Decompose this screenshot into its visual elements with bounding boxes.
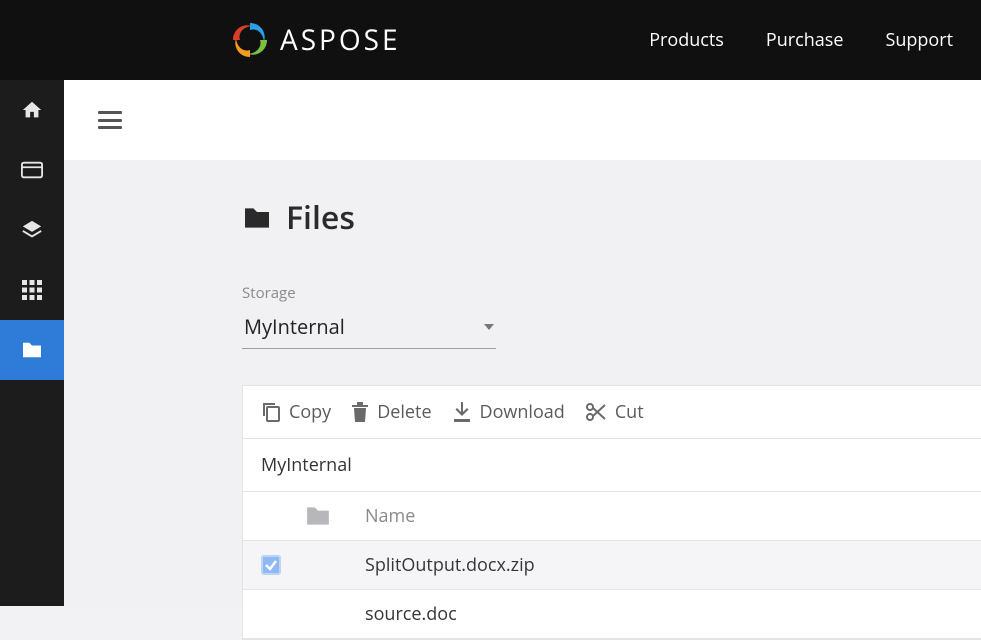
storage-label: Storage <box>242 283 981 303</box>
subheader <box>64 80 981 160</box>
files-panel: Copy Delete Download Cut MyInternal <box>242 385 981 640</box>
credit-card-icon <box>21 161 43 179</box>
table-header: Name <box>243 492 981 541</box>
sidebar-item-layers[interactable] <box>0 200 64 260</box>
column-icon <box>305 505 365 527</box>
cut-button[interactable]: Cut <box>585 400 644 424</box>
nav-purchase[interactable]: Purchase <box>766 28 844 52</box>
row-checkbox[interactable] <box>261 555 281 575</box>
storage-select[interactable]: MyInternal <box>242 309 496 349</box>
layers-icon <box>21 219 43 241</box>
grid-icon <box>22 280 42 300</box>
check-icon <box>264 558 278 572</box>
download-button[interactable]: Download <box>452 400 565 424</box>
top-nav: Products Purchase Support <box>649 28 961 52</box>
copy-icon <box>261 401 281 423</box>
row-checkbox[interactable] <box>261 604 281 624</box>
hamburger-menu-icon[interactable] <box>98 111 122 129</box>
trash-icon <box>351 401 369 423</box>
page-title-block: Files <box>242 196 981 239</box>
column-name-header[interactable]: Name <box>365 504 963 528</box>
table-row[interactable]: source.doc <box>243 590 981 639</box>
chevron-down-icon <box>484 324 494 330</box>
files-toolbar: Copy Delete Download Cut <box>243 386 981 439</box>
sidebar-item-home[interactable] <box>0 80 64 140</box>
sidebar <box>0 80 64 606</box>
delete-button[interactable]: Delete <box>351 400 431 424</box>
nav-support[interactable]: Support <box>885 28 953 52</box>
delete-label: Delete <box>377 400 431 424</box>
breadcrumb[interactable]: MyInternal <box>243 439 981 492</box>
main: Files Storage MyInternal Copy Delete <box>64 80 981 606</box>
sidebar-item-billing[interactable] <box>0 140 64 200</box>
topbar: ASPOSE Products Purchase Support <box>0 0 981 80</box>
brand[interactable]: ASPOSE <box>230 20 401 60</box>
folder-icon <box>242 206 272 230</box>
download-label: Download <box>480 400 565 424</box>
sidebar-item-files[interactable] <box>0 320 64 380</box>
table-row[interactable]: SplitOutput.docx.zip <box>243 541 981 590</box>
download-icon <box>452 401 472 423</box>
brand-name: ASPOSE <box>280 21 401 59</box>
copy-button[interactable]: Copy <box>261 400 331 424</box>
breadcrumb-text: MyInternal <box>261 453 352 477</box>
brand-logo-icon <box>230 20 270 60</box>
copy-label: Copy <box>289 400 331 424</box>
folder-icon <box>21 341 43 359</box>
storage-selector: Storage MyInternal <box>242 283 981 349</box>
nav-products[interactable]: Products <box>649 28 724 52</box>
page-title: Files <box>286 196 355 239</box>
file-name: SplitOutput.docx.zip <box>365 553 963 577</box>
sidebar-item-apps[interactable] <box>0 260 64 320</box>
storage-selected-value: MyInternal <box>244 313 345 340</box>
folder-icon <box>305 505 331 527</box>
scissors-icon <box>585 401 607 423</box>
content: Files Storage MyInternal Copy Delete <box>64 160 981 640</box>
home-icon <box>21 99 43 121</box>
cut-label: Cut <box>615 400 644 424</box>
